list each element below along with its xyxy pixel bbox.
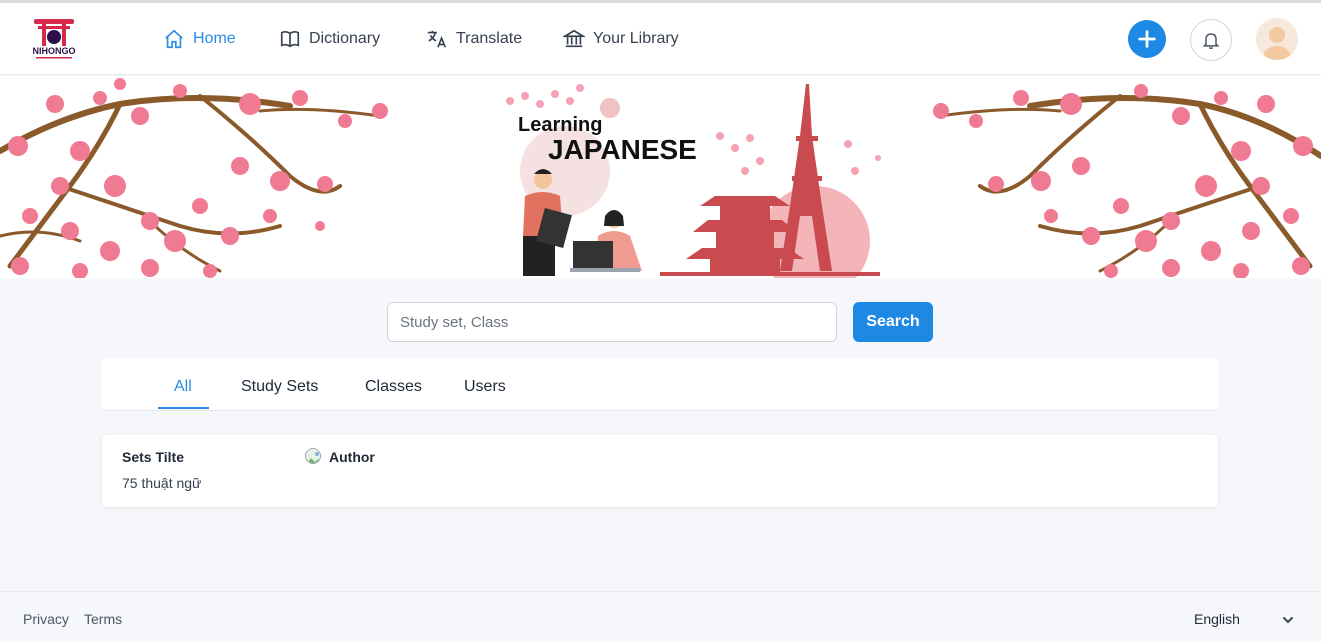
study-set-card[interactable]: Sets Tilte 75 thuật ngữ Author bbox=[102, 435, 1218, 507]
home-icon bbox=[165, 29, 183, 49]
nav-home[interactable]: Home bbox=[163, 27, 236, 51]
footer: Privacy Terms English bbox=[0, 591, 1321, 642]
nav-translate-label: Translate bbox=[456, 30, 523, 47]
plus-icon bbox=[1138, 30, 1156, 48]
nav-your-library-label: Your Library bbox=[593, 30, 679, 47]
search-input[interactable] bbox=[387, 302, 837, 342]
user-avatar-icon bbox=[1256, 18, 1298, 60]
language-select[interactable]: English bbox=[1194, 611, 1240, 627]
term-count: 75 thuật ngữ bbox=[122, 475, 202, 491]
nav-your-library[interactable]: Your Library bbox=[563, 27, 679, 51]
tab-users[interactable]: Users bbox=[464, 378, 506, 396]
translate-icon bbox=[427, 30, 447, 48]
chevron-down-icon[interactable] bbox=[1281, 613, 1295, 627]
create-button[interactable] bbox=[1128, 20, 1166, 58]
top-navbar: NIHONGO Home Dictionary Translate Your L… bbox=[0, 3, 1321, 75]
search-button[interactable]: Search bbox=[853, 302, 933, 342]
bell-icon bbox=[1202, 33, 1220, 50]
author-name[interactable]: Author bbox=[329, 449, 375, 465]
logo[interactable]: NIHONGO bbox=[28, 15, 80, 63]
banner-title-learning: Learning bbox=[518, 114, 602, 136]
library-icon bbox=[563, 29, 585, 48]
nav-dictionary[interactable]: Dictionary bbox=[279, 27, 380, 51]
active-tab-indicator bbox=[158, 407, 209, 409]
notifications-button[interactable] bbox=[1190, 19, 1232, 61]
privacy-link[interactable]: Privacy bbox=[23, 611, 69, 627]
hero-banner: Learning JAPANESE bbox=[0, 76, 1321, 278]
tab-classes[interactable]: Classes bbox=[365, 378, 422, 396]
nav-home-label: Home bbox=[193, 30, 236, 47]
tab-all[interactable]: All bbox=[174, 378, 192, 396]
tab-study-sets[interactable]: Study Sets bbox=[241, 378, 318, 396]
study-set-title: Sets Tilte bbox=[122, 449, 184, 465]
cherry-blossom-banner-illustration: Learning JAPANESE bbox=[0, 78, 1321, 278]
logo-text: NIHONGO bbox=[32, 46, 75, 56]
torii-logo-icon: NIHONGO bbox=[32, 19, 76, 59]
author-avatar-icon bbox=[305, 448, 321, 464]
banner-title-japanese: JAPANESE bbox=[548, 134, 697, 165]
book-icon bbox=[280, 31, 300, 48]
terms-link[interactable]: Terms bbox=[84, 611, 122, 627]
nav-dictionary-label: Dictionary bbox=[309, 30, 381, 47]
avatar[interactable] bbox=[1256, 18, 1298, 60]
results-tabs: All Study Sets Classes Users bbox=[102, 358, 1218, 411]
nav-translate[interactable]: Translate bbox=[426, 27, 522, 51]
